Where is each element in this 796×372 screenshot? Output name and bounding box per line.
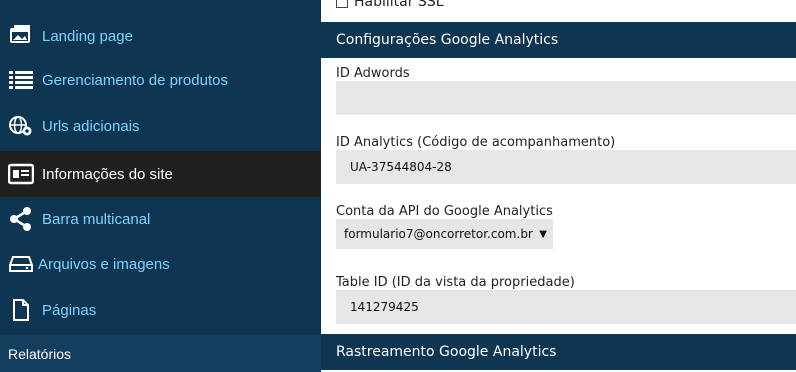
sidebar-item-urls-adicionais[interactable]: Urls adicionais [0, 103, 321, 149]
adwords-input[interactable] [336, 81, 796, 115]
sidebar-item-label: Barra multicanal [42, 210, 151, 228]
sidebar-item-label: Arquivos e imagens [38, 255, 170, 273]
drive-icon [8, 251, 34, 277]
sidebar-item-paginas[interactable]: Páginas [0, 287, 321, 333]
ga-section-header: Configurações Google Analytics [321, 22, 796, 58]
dropdown-arrow-icon: ▼ [539, 228, 547, 240]
tracking-section-header: Rastreamento Google Analytics [321, 334, 796, 370]
sidebar-item-gerenciamento-produtos[interactable]: Gerenciamento de produtos [0, 57, 321, 103]
sidebar-section-label: Relatórios [8, 345, 72, 362]
page-icon [8, 297, 34, 323]
landing-page-icon [8, 23, 34, 49]
sidebar-item-label: Urls adicionais [42, 117, 140, 135]
table-id-label: Table ID (ID da vista da propriedade) [336, 275, 575, 290]
sidebar-item-informacoes-site[interactable]: Informações do site [0, 151, 321, 197]
table-id-input[interactable]: 141279425 [336, 290, 796, 324]
ssl-row: Habilitar SSL [336, 0, 444, 10]
section-title: Rastreamento Google Analytics [336, 344, 557, 360]
sidebar-item-label: Landing page [42, 27, 133, 45]
sidebar-item-label: Gerenciamento de produtos [42, 71, 228, 89]
api-account-value: formulario7@oncorretor.com.br [344, 227, 533, 241]
sidebar-section-relatorios[interactable]: Relatórios [0, 335, 321, 372]
adwords-label: ID Adwords [336, 66, 410, 81]
list-icon [8, 67, 34, 93]
sidebar-item-landing-page[interactable]: Landing page [0, 13, 321, 59]
ssl-checkbox[interactable] [336, 0, 348, 8]
analytics-label: ID Analytics (Código de acompanhamento) [336, 135, 616, 150]
api-account-select[interactable]: formulario7@oncorretor.com.br ▼ [336, 219, 553, 249]
main-content: Habilitar SSL Configurações Google Analy… [321, 0, 796, 372]
id-card-icon [8, 161, 34, 187]
section-title: Configurações Google Analytics [336, 32, 559, 48]
sidebar-item-arquivos-imagens[interactable]: Arquivos e imagens [0, 241, 321, 287]
globe-gear-icon [8, 113, 34, 139]
ssl-label: Habilitar SSL [354, 0, 444, 10]
sidebar-item-label: Páginas [42, 301, 97, 319]
share-icon [8, 206, 34, 232]
sidebar-item-label: Informações do site [42, 165, 173, 183]
sidebar-item-barra-multicanal[interactable]: Barra multicanal [0, 196, 321, 242]
analytics-input[interactable]: UA-37544804-28 [336, 150, 796, 184]
sidebar: Landing page Gerenciamento de produtos U… [0, 0, 321, 372]
api-account-label: Conta da API do Google Analytics [336, 204, 553, 219]
